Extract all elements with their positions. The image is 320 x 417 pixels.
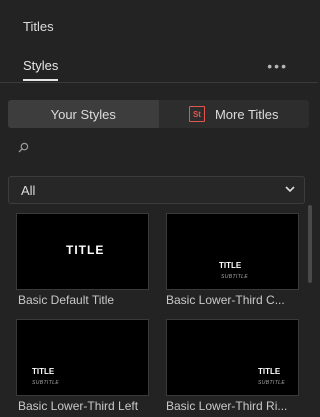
search-input[interactable] [8,138,309,160]
scrollbar[interactable] [308,205,312,283]
more-titles-label: More Titles [214,106,279,122]
header-divider [0,82,318,83]
thumbnail-title-text: TITLE [32,367,55,376]
thumbnail-subtitle-text: SUBTITLE [32,380,60,386]
thumbnail-caption: Basic Lower-Third C... [166,293,285,307]
title-thumbnail[interactable]: TITLE SUBTITLE [166,213,299,290]
title-thumbnail[interactable]: TITLE SUBTITLE [16,319,149,396]
styles-segmented-control: Your Styles St More Titles [8,100,309,128]
title-thumbnail[interactable]: TITLE SUBTITLE [166,319,299,396]
thumbnail-subtitle-text: SUBTITLE [221,274,249,280]
thumbnail-subtitle-text: SUBTITLE [258,380,286,386]
your-styles-button[interactable]: Your Styles [8,100,159,128]
thumbnail-title-text: TITLE [66,243,105,257]
filter-value: All [21,183,36,198]
title-thumbnail[interactable]: TITLE [16,213,149,290]
thumbnail-title-text: TITLE [219,261,242,270]
thumbnail-caption: Basic Lower-Third Ri... [166,399,288,413]
your-styles-label: Your Styles [50,106,116,122]
thumbnail-caption: Basic Default Title [18,293,115,307]
search-icon [18,142,29,153]
tab-styles[interactable]: Styles [23,58,58,73]
thumbnail-caption: Basic Lower-Third Left [18,399,139,413]
filter-dropdown[interactable]: All [8,176,305,204]
tab-active-indicator [23,79,58,81]
thumbnail-title-text: TITLE [258,367,281,376]
chevron-down-icon [285,186,295,193]
stock-icon: St [188,106,205,122]
panel-title: Titles [23,19,54,34]
more-options-icon[interactable]: ••• [267,58,288,74]
more-titles-button[interactable]: St More Titles [159,100,310,128]
